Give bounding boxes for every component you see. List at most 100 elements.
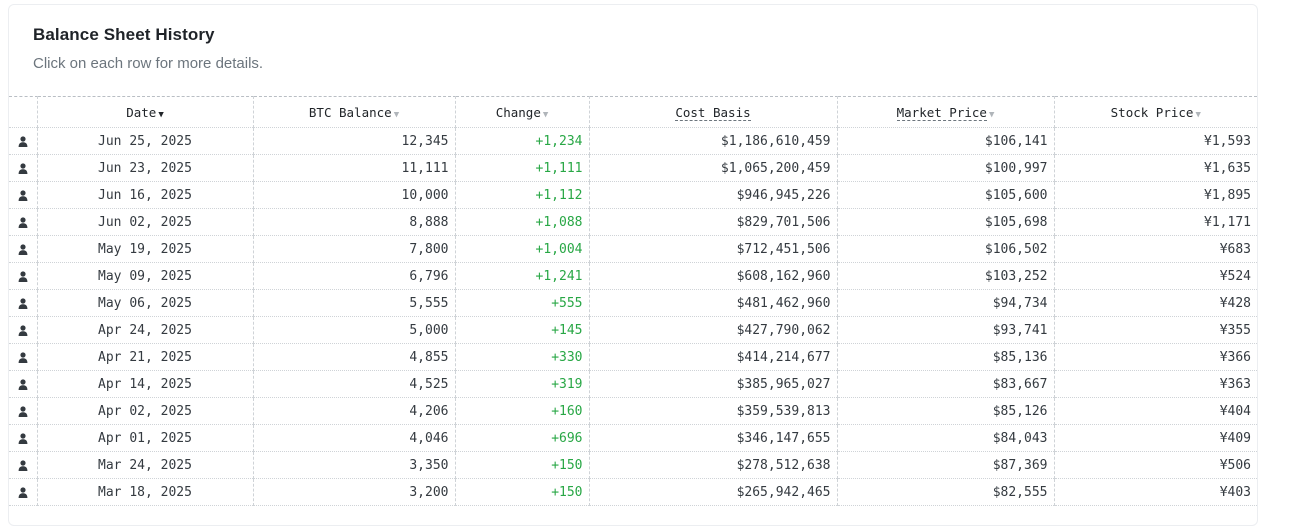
- table-row[interactable]: Apr 02, 2025 4,206 +160 $359,539,813 $85,126…: [9, 397, 1257, 425]
- table-row[interactable]: Jun 25, 2025 12,345 +1,234 $1,186,610,459 $1…: [9, 127, 1257, 155]
- cell-market-price: $94,734: [837, 289, 1055, 317]
- cell-date: Apr 21, 2025: [37, 343, 254, 371]
- chevron-down-icon: ▼: [393, 109, 400, 120]
- person-icon: [18, 485, 28, 500]
- cell-date: Jun 16, 2025: [37, 181, 254, 209]
- person-icon: [18, 161, 28, 176]
- cell-stock-price: ¥506: [1054, 451, 1257, 479]
- person-icon: [18, 431, 28, 446]
- row-icon-cell: [9, 424, 38, 452]
- cell-change: +696: [455, 424, 590, 452]
- table-row[interactable]: Jun 23, 2025 11,111 +1,111 $1,065,200,459 $1…: [9, 154, 1257, 182]
- cell-change: +1,112: [455, 181, 590, 209]
- row-icon-cell: [9, 181, 38, 209]
- person-icon: [18, 458, 28, 473]
- chevron-down-icon: ▼: [1195, 109, 1201, 120]
- table-row[interactable]: Apr 21, 2025 4,855 +330 $414,214,677 $85,136…: [9, 343, 1257, 371]
- cell-stock-price: ¥363: [1054, 370, 1257, 398]
- cell-market-price: $83,667: [837, 370, 1055, 398]
- cell-date: Jun 02, 2025: [37, 208, 254, 236]
- header-date-label: Date: [126, 104, 157, 120]
- header-change[interactable]: Change ▼: [455, 96, 590, 128]
- cell-stock-price: ¥404: [1054, 397, 1257, 425]
- cell-stock-price: ¥1,635: [1054, 154, 1257, 182]
- row-icon-cell: [9, 370, 38, 398]
- cell-date: Mar 18, 2025: [37, 478, 254, 506]
- cell-stock-price: ¥409: [1054, 424, 1257, 452]
- cell-date: Apr 02, 2025: [37, 397, 254, 425]
- header-cost-basis-label: Cost Basis: [675, 104, 751, 121]
- header-market-price[interactable]: Market Price ▼: [837, 96, 1055, 128]
- cell-date: Apr 01, 2025: [37, 424, 254, 452]
- cell-cost-basis: $385,965,027: [589, 370, 838, 398]
- person-icon: [18, 188, 28, 203]
- cell-stock-price: ¥1,171: [1054, 208, 1257, 236]
- cell-btc-balance: 12,345: [253, 127, 456, 155]
- row-icon-cell: [9, 451, 38, 479]
- cell-market-price: $93,741: [837, 316, 1055, 344]
- cell-cost-basis: $359,539,813: [589, 397, 838, 425]
- cell-cost-basis: $265,942,465: [589, 478, 838, 506]
- cell-btc-balance: 3,200: [253, 478, 456, 506]
- chevron-down-icon: ▼: [542, 109, 549, 120]
- balance-sheet-table: Date ▼ BTC Balance ▼ Change ▼ Cost Basis Ma…: [9, 96, 1257, 506]
- cell-cost-basis: $946,945,226: [589, 181, 838, 209]
- header-stock-price-label: Stock Price: [1110, 104, 1194, 120]
- cell-market-price: $84,043: [837, 424, 1055, 452]
- header-cost-basis[interactable]: Cost Basis: [589, 96, 838, 128]
- cell-btc-balance: 5,555: [253, 289, 456, 317]
- cell-change: +1,004: [455, 235, 590, 263]
- person-icon: [18, 323, 28, 338]
- header-btc-balance[interactable]: BTC Balance ▼: [253, 96, 456, 128]
- table-row[interactable]: Apr 14, 2025 4,525 +319 $385,965,027 $83,667…: [9, 370, 1257, 398]
- card-title: Balance Sheet History: [33, 25, 215, 44]
- cell-change: +160: [455, 397, 590, 425]
- cell-date: Apr 24, 2025: [37, 316, 254, 344]
- cell-change: +145: [455, 316, 590, 344]
- cell-market-price: $106,141: [837, 127, 1055, 155]
- cell-cost-basis: $608,162,960: [589, 262, 838, 290]
- row-icon-cell: [9, 235, 38, 263]
- table-row[interactable]: May 19, 2025 7,800 +1,004 $712,451,506 $106,…: [9, 235, 1257, 263]
- table-row[interactable]: May 06, 2025 5,555 +555 $481,462,960 $94,734…: [9, 289, 1257, 317]
- cell-stock-price: ¥355: [1054, 316, 1257, 344]
- row-icon-cell: [9, 289, 38, 317]
- cell-cost-basis: $278,512,638: [589, 451, 838, 479]
- cell-change: +1,111: [455, 154, 590, 182]
- cell-stock-price: ¥403: [1054, 478, 1257, 506]
- person-icon: [18, 296, 28, 311]
- header-change-label: Change: [495, 104, 541, 120]
- cell-date: May 19, 2025: [37, 235, 254, 263]
- cell-market-price: $85,136: [837, 343, 1055, 371]
- cell-stock-price: ¥1,593: [1054, 127, 1257, 155]
- table-row[interactable]: Apr 24, 2025 5,000 +145 $427,790,062 $93,741…: [9, 316, 1257, 344]
- header-market-price-label: Market Price: [896, 104, 987, 121]
- cell-market-price: $105,600: [837, 181, 1055, 209]
- cell-cost-basis: $481,462,960: [589, 289, 838, 317]
- cell-stock-price: ¥1,895: [1054, 181, 1257, 209]
- table-row[interactable]: Mar 18, 2025 3,200 +150 $265,942,465 $82,555…: [9, 478, 1257, 506]
- cell-btc-balance: 7,800: [253, 235, 456, 263]
- cell-change: +1,234: [455, 127, 590, 155]
- person-icon: [18, 350, 28, 365]
- cell-market-price: $100,997: [837, 154, 1055, 182]
- table-row[interactable]: Mar 24, 2025 3,350 +150 $278,512,638 $87,369…: [9, 451, 1257, 479]
- header-date[interactable]: Date ▼: [37, 96, 254, 128]
- cell-cost-basis: $1,065,200,459: [589, 154, 838, 182]
- header-icon-column: [9, 96, 38, 128]
- table-row[interactable]: Jun 16, 2025 10,000 +1,112 $946,945,226 $105…: [9, 181, 1257, 209]
- cell-market-price: $87,369: [837, 451, 1055, 479]
- row-icon-cell: [9, 154, 38, 182]
- table-row[interactable]: Jun 02, 2025 8,888 +1,088 $829,701,506 $105,…: [9, 208, 1257, 236]
- cell-btc-balance: 8,888: [253, 208, 456, 236]
- cell-btc-balance: 3,350: [253, 451, 456, 479]
- table-body: Jun 25, 2025 12,345 +1,234 $1,186,610,459 $1…: [9, 127, 1257, 506]
- table-row[interactable]: May 09, 2025 6,796 +1,241 $608,162,960 $103,…: [9, 262, 1257, 290]
- card-subtitle: Click on each row for more details.: [33, 55, 264, 72]
- cell-change: +1,088: [455, 208, 590, 236]
- cell-market-price: $106,502: [837, 235, 1055, 263]
- cell-btc-balance: 4,855: [253, 343, 456, 371]
- table-row[interactable]: Apr 01, 2025 4,046 +696 $346,147,655 $84,043…: [9, 424, 1257, 452]
- header-stock-price[interactable]: Stock Price ▼: [1054, 96, 1257, 128]
- cell-change: +1,241: [455, 262, 590, 290]
